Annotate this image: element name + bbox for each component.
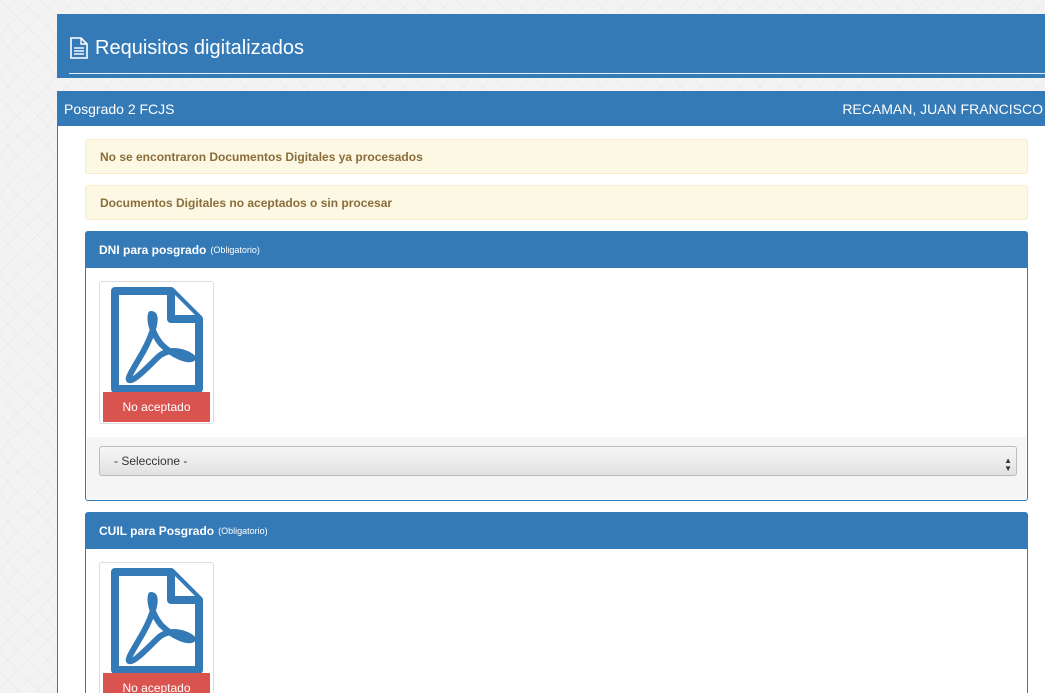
document-thumbnail[interactable]: No aceptado: [99, 281, 214, 424]
requirement-name: DNI para posgrado: [99, 243, 207, 257]
alert-text: Documentos Digitales no aceptados o sin …: [100, 195, 393, 210]
document-thumbnail[interactable]: No aceptado: [99, 562, 214, 693]
requirement-heading: DNI para posgrado (Obligatorio): [86, 232, 1027, 268]
alert-pending-documents: Documentos Digitales no aceptados o sin …: [85, 185, 1028, 220]
status-badge: No aceptado: [103, 392, 210, 422]
requirement-name: CUIL para Posgrado: [99, 524, 215, 538]
page-header: Requisitos digitalizados: [57, 14, 1045, 78]
alert-text: No se encontraron Documentos Digitales y…: [100, 149, 423, 164]
pdf-file-icon: [111, 568, 203, 674]
status-badge: No aceptado: [103, 673, 210, 693]
requirement-heading: CUIL para Posgrado (Obligatorio): [86, 513, 1027, 549]
main-panel-heading: Posgrado 2 FCJS RECAMAN, JUAN FRANCISCO: [58, 91, 1045, 126]
alert-processed-documents: No se encontraron Documentos Digitales y…: [85, 139, 1028, 174]
select-value: - Seleccione -: [114, 454, 188, 468]
file-text-icon: [70, 37, 88, 59]
chevron-down-icon: ▲ ▼: [1004, 456, 1012, 473]
requirement-panel-cuil: CUIL para Posgrado (Obligatorio) No acep…: [85, 512, 1028, 693]
main-panel: Posgrado 2 FCJS RECAMAN, JUAN FRANCISCO …: [57, 91, 1045, 693]
requirement-tag: (Obligatorio): [210, 245, 260, 255]
page-title: Requisitos digitalizados: [95, 37, 305, 59]
page-header-title-row: Requisitos digitalizados: [69, 36, 1045, 74]
status-select[interactable]: - Seleccione - ▲ ▼: [99, 446, 1017, 476]
requirement-tag: (Obligatorio): [218, 526, 268, 536]
student-name: RECAMAN, JUAN FRANCISCO: [842, 100, 1043, 117]
select-container: - Seleccione - ▲ ▼: [87, 437, 1026, 499]
pdf-file-icon: [111, 287, 203, 393]
requirement-panel-dni: DNI para posgrado (Obligatorio) No acept…: [85, 231, 1028, 501]
program-title: Posgrado 2 FCJS: [64, 100, 175, 117]
